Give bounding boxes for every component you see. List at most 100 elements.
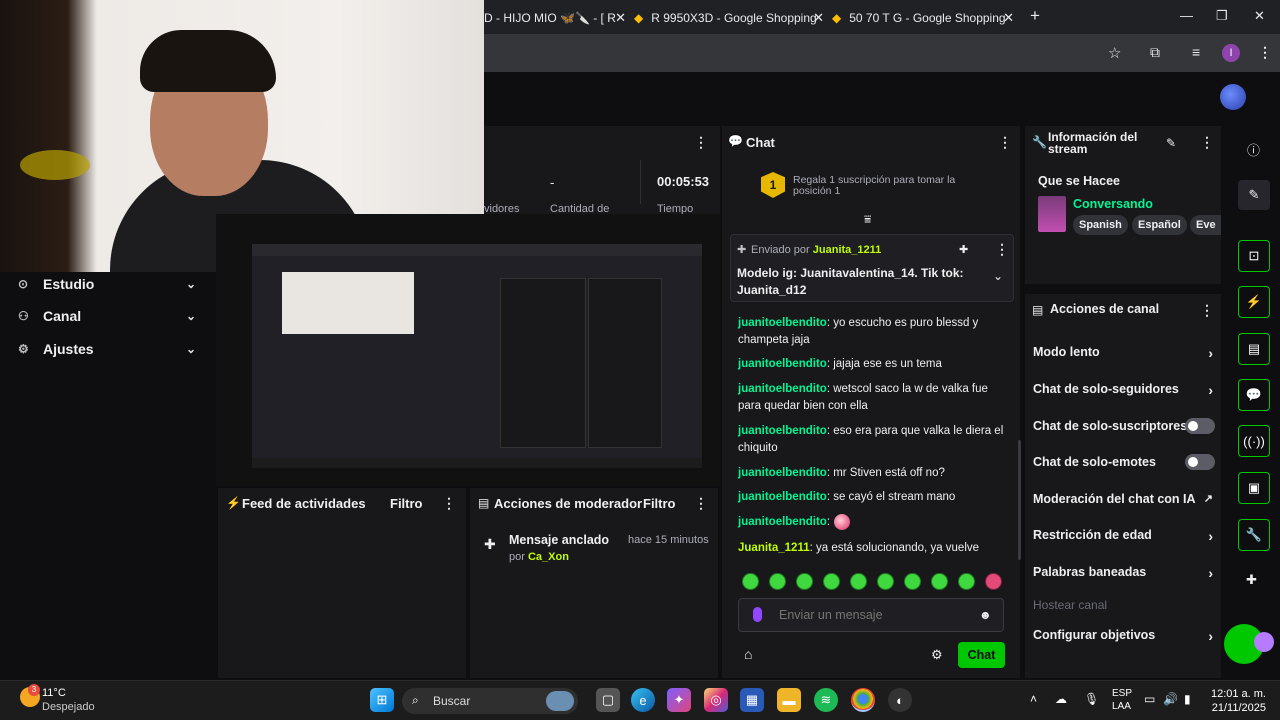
battery-icon[interactable]: ▮ — [1184, 692, 1191, 706]
taskbar-search[interactable]: ⌕ Buscar — [402, 688, 578, 714]
tag-pill[interactable]: Eve — [1190, 215, 1221, 235]
maximize-icon[interactable]: ❐ — [1216, 8, 1228, 24]
action-slow-mode[interactable]: Modo lento › — [1033, 345, 1215, 361]
chevron-down-icon[interactable]: ⌄ — [993, 269, 1003, 283]
emote-icon[interactable] — [850, 573, 867, 590]
edit-quick-actions-icon[interactable]: ✎ — [1238, 180, 1270, 210]
chevron-down-icon[interactable]: ⌄ — [186, 342, 196, 356]
chat-menu-icon[interactable]: ⋮ — [998, 134, 1012, 151]
emote-icon[interactable] — [931, 573, 948, 590]
volume-icon[interactable]: 🔊 — [1163, 692, 1178, 706]
browser-menu-icon[interactable]: ⋮ — [1258, 44, 1272, 61]
emote-icon[interactable] — [958, 573, 975, 590]
chat-input-box[interactable]: ☻ — [738, 598, 1004, 632]
close-window-icon[interactable]: ✕ — [1254, 8, 1265, 24]
action-age-restriction[interactable]: Restricción de edad › — [1033, 528, 1215, 544]
channel-actions-menu-icon[interactable]: ⋮ — [1200, 302, 1214, 319]
extensions-icon[interactable]: ⧉ — [1150, 44, 1160, 61]
obs-icon[interactable]: ◐ — [888, 688, 912, 712]
edge-icon[interactable]: e — [631, 688, 655, 712]
clock[interactable]: 12:01 a. m. 21/11/2025 — [1210, 687, 1266, 715]
mod-menu-icon[interactable]: ⋮ — [694, 495, 708, 512]
edit-pencil-icon[interactable]: ✎ — [1166, 136, 1176, 150]
tag-pill[interactable]: Spanish — [1073, 215, 1128, 235]
nav-item-ajustes[interactable]: ⚙ Ajustes ⌄ — [18, 337, 204, 361]
file-explorer-icon[interactable]: ▬ — [777, 688, 801, 712]
tag-pill[interactable]: Español — [1132, 215, 1187, 235]
emote-icon[interactable] — [904, 573, 921, 590]
weather-temp[interactable]: 11°C — [42, 687, 66, 699]
chat-username[interactable]: juanitoelbendito — [738, 516, 827, 528]
mod-username[interactable]: Ca_Xon — [528, 551, 569, 563]
instagram-icon[interactable]: ◎ — [704, 688, 728, 712]
chevron-down-icon[interactable]: ⌄ — [186, 309, 196, 323]
activity-menu-icon[interactable]: ⋮ — [442, 495, 456, 512]
chat-username[interactable]: juanitoelbendito — [738, 425, 827, 437]
notes-icon[interactable]: ▤ — [1238, 333, 1270, 365]
emotes-only-toggle[interactable] — [1185, 454, 1215, 470]
wrench-icon[interactable]: 🔧 — [1238, 519, 1270, 551]
browser-tab-2[interactable]: ◆ R 9950X3D - Google Shopping ✕ — [634, 4, 824, 32]
heart-eyes-emote-icon[interactable] — [985, 573, 1002, 590]
spotify-icon[interactable]: ≋ — [814, 688, 838, 712]
close-tab-icon[interactable]: ✕ — [813, 10, 824, 26]
info-icon[interactable]: ⓘ — [1247, 140, 1260, 159]
windows-start-icon[interactable]: ⊞ — [370, 688, 394, 712]
profile-avatar[interactable]: I — [1222, 44, 1240, 62]
emote-icon[interactable] — [796, 573, 813, 590]
action-banned-words[interactable]: Palabras baneadas › — [1033, 565, 1215, 581]
emoji-picker-icon[interactable]: ☻ — [979, 608, 992, 622]
emote-icon[interactable] — [769, 573, 786, 590]
network-icon[interactable]: ▭ — [1144, 692, 1155, 706]
mod-filter-button[interactable]: Filtro — [643, 496, 676, 511]
category-thumbnail[interactable] — [1038, 196, 1066, 232]
close-tab-icon[interactable]: ✕ — [1003, 10, 1014, 26]
chrome-icon[interactable] — [851, 688, 875, 712]
broadcast-icon[interactable]: ((·)) — [1238, 425, 1270, 457]
pinned-menu-icon[interactable]: ⋮ — [995, 241, 1009, 258]
task-view-icon[interactable]: ▢ — [596, 688, 620, 712]
user-avatar[interactable] — [1220, 84, 1246, 110]
chevron-down-icon[interactable]: ⌄ — [186, 277, 196, 291]
action-configure-goals[interactable]: Configurar objetivos › — [1033, 628, 1215, 644]
bookmark-star-icon[interactable]: ☆ — [1108, 44, 1121, 62]
stream-info-menu-icon[interactable]: ⋮ — [1200, 134, 1214, 151]
media-control-icon[interactable]: ≡ — [1192, 44, 1200, 60]
chat-username[interactable]: juanitoelbendito — [738, 491, 827, 503]
action-ai-moderation[interactable]: Moderación del chat con IA ↗ — [1033, 492, 1215, 506]
chat-bubble-icon[interactable]: 💬 — [1238, 379, 1270, 411]
collapse-icon[interactable]: ⩸ — [864, 212, 871, 227]
onedrive-icon[interactable]: ☁ — [1055, 692, 1067, 706]
unpin-icon[interactable]: ✚ — [959, 243, 968, 256]
send-chat-button[interactable]: Chat — [958, 642, 1005, 668]
brain-icon[interactable] — [1254, 632, 1274, 652]
chat-username[interactable]: Juanita_1211 — [738, 542, 810, 554]
activity-filter-button[interactable]: Filtro — [390, 496, 423, 511]
stream-manager-icon[interactable]: ▣ — [1238, 472, 1270, 504]
emote-icon[interactable] — [823, 573, 840, 590]
chat-scrollbar[interactable] — [1018, 440, 1021, 560]
chat-username[interactable]: juanitoelbendito — [738, 358, 827, 370]
chat-username[interactable]: juanitoelbendito — [738, 317, 827, 329]
new-tab-button[interactable]: + — [1030, 6, 1040, 26]
chat-settings-icon[interactable]: ⚙ — [931, 647, 943, 663]
chat-username[interactable]: juanitoelbendito — [738, 467, 827, 479]
emote-icon[interactable] — [877, 573, 894, 590]
minimize-icon[interactable]: — — [1180, 8, 1193, 23]
stream-category[interactable]: Conversando — [1073, 197, 1153, 211]
microphone-icon[interactable] — [753, 607, 762, 622]
browser-tab-3[interactable]: ◆ 50 70 T G - Google Shopping ✕ — [832, 4, 1014, 32]
nav-item-estudio[interactable]: ⊙ Estudio ⌄ — [18, 272, 204, 296]
copilot-icon[interactable]: ✦ — [667, 688, 691, 712]
language-indicator[interactable]: ESP LAA — [1112, 687, 1132, 713]
chat-message-input[interactable] — [779, 605, 969, 625]
subscribers-only-toggle[interactable] — [1185, 418, 1215, 434]
close-tab-icon[interactable]: ✕ — [615, 10, 626, 26]
chat-username[interactable]: juanitoelbendito — [738, 383, 827, 395]
store-icon[interactable]: ⌂ — [744, 646, 752, 662]
nav-item-canal[interactable]: ⚇ Canal ⌄ — [18, 304, 204, 328]
weather-desc[interactable]: Despejado — [42, 701, 95, 713]
clip-icon[interactable]: ⊡ — [1238, 240, 1270, 272]
emote-icon[interactable] — [742, 573, 759, 590]
boost-icon[interactable]: ⚡ — [1238, 286, 1270, 318]
